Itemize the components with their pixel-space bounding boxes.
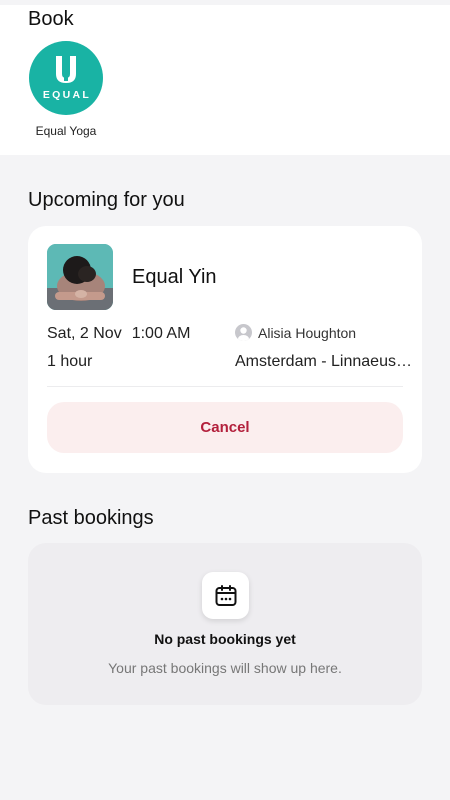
booking-duration: 1 hour <box>47 353 93 370</box>
instructor-avatar-icon <box>235 324 252 341</box>
booking-date: Sat, 2 Nov <box>47 325 122 342</box>
instructor-name: Alisia Houghton <box>258 324 357 341</box>
calendar-icon <box>215 584 236 606</box>
yoga-pose-image-icon <box>47 244 113 310</box>
cancel-button[interactable]: Cancel <box>47 402 403 453</box>
past-bookings-heading: Past bookings <box>28 507 154 529</box>
booking-time: 1:00 AM <box>131 325 191 342</box>
class-thumbnail <box>47 244 113 310</box>
logo-wordmark: EQUAL <box>42 89 92 101</box>
empty-subtitle: Your past bookings will show up here. <box>108 660 342 676</box>
book-heading: Book <box>28 8 74 30</box>
booking-datetime: Sat, 2 Nov 1:00 AM <box>47 325 190 343</box>
book-section: Book EQUAL Equal Yoga <box>0 0 450 155</box>
upcoming-heading: Upcoming for you <box>28 189 185 211</box>
empty-title: No past bookings yet <box>154 631 296 647</box>
class-name: Equal Yin <box>132 266 217 288</box>
studio-logo: EQUAL <box>29 41 103 115</box>
top-strip <box>0 0 450 5</box>
equal-u-logo-icon <box>56 56 76 83</box>
studio-name: Equal Yoga <box>35 124 97 138</box>
booking-card[interactable]: Equal Yin Sat, 2 Nov 1:00 AM 1 hour Alis… <box>28 226 422 473</box>
past-bookings-empty-state: No past bookings yet Your past bookings … <box>28 543 422 705</box>
instructor: Alisia Houghton <box>235 324 356 341</box>
studio-equal-yoga[interactable]: EQUAL Equal Yoga <box>28 41 104 138</box>
booking-location: Amsterdam - Linnaeusstraat <box>235 353 417 370</box>
divider <box>47 386 403 387</box>
empty-icon-box <box>202 572 249 619</box>
